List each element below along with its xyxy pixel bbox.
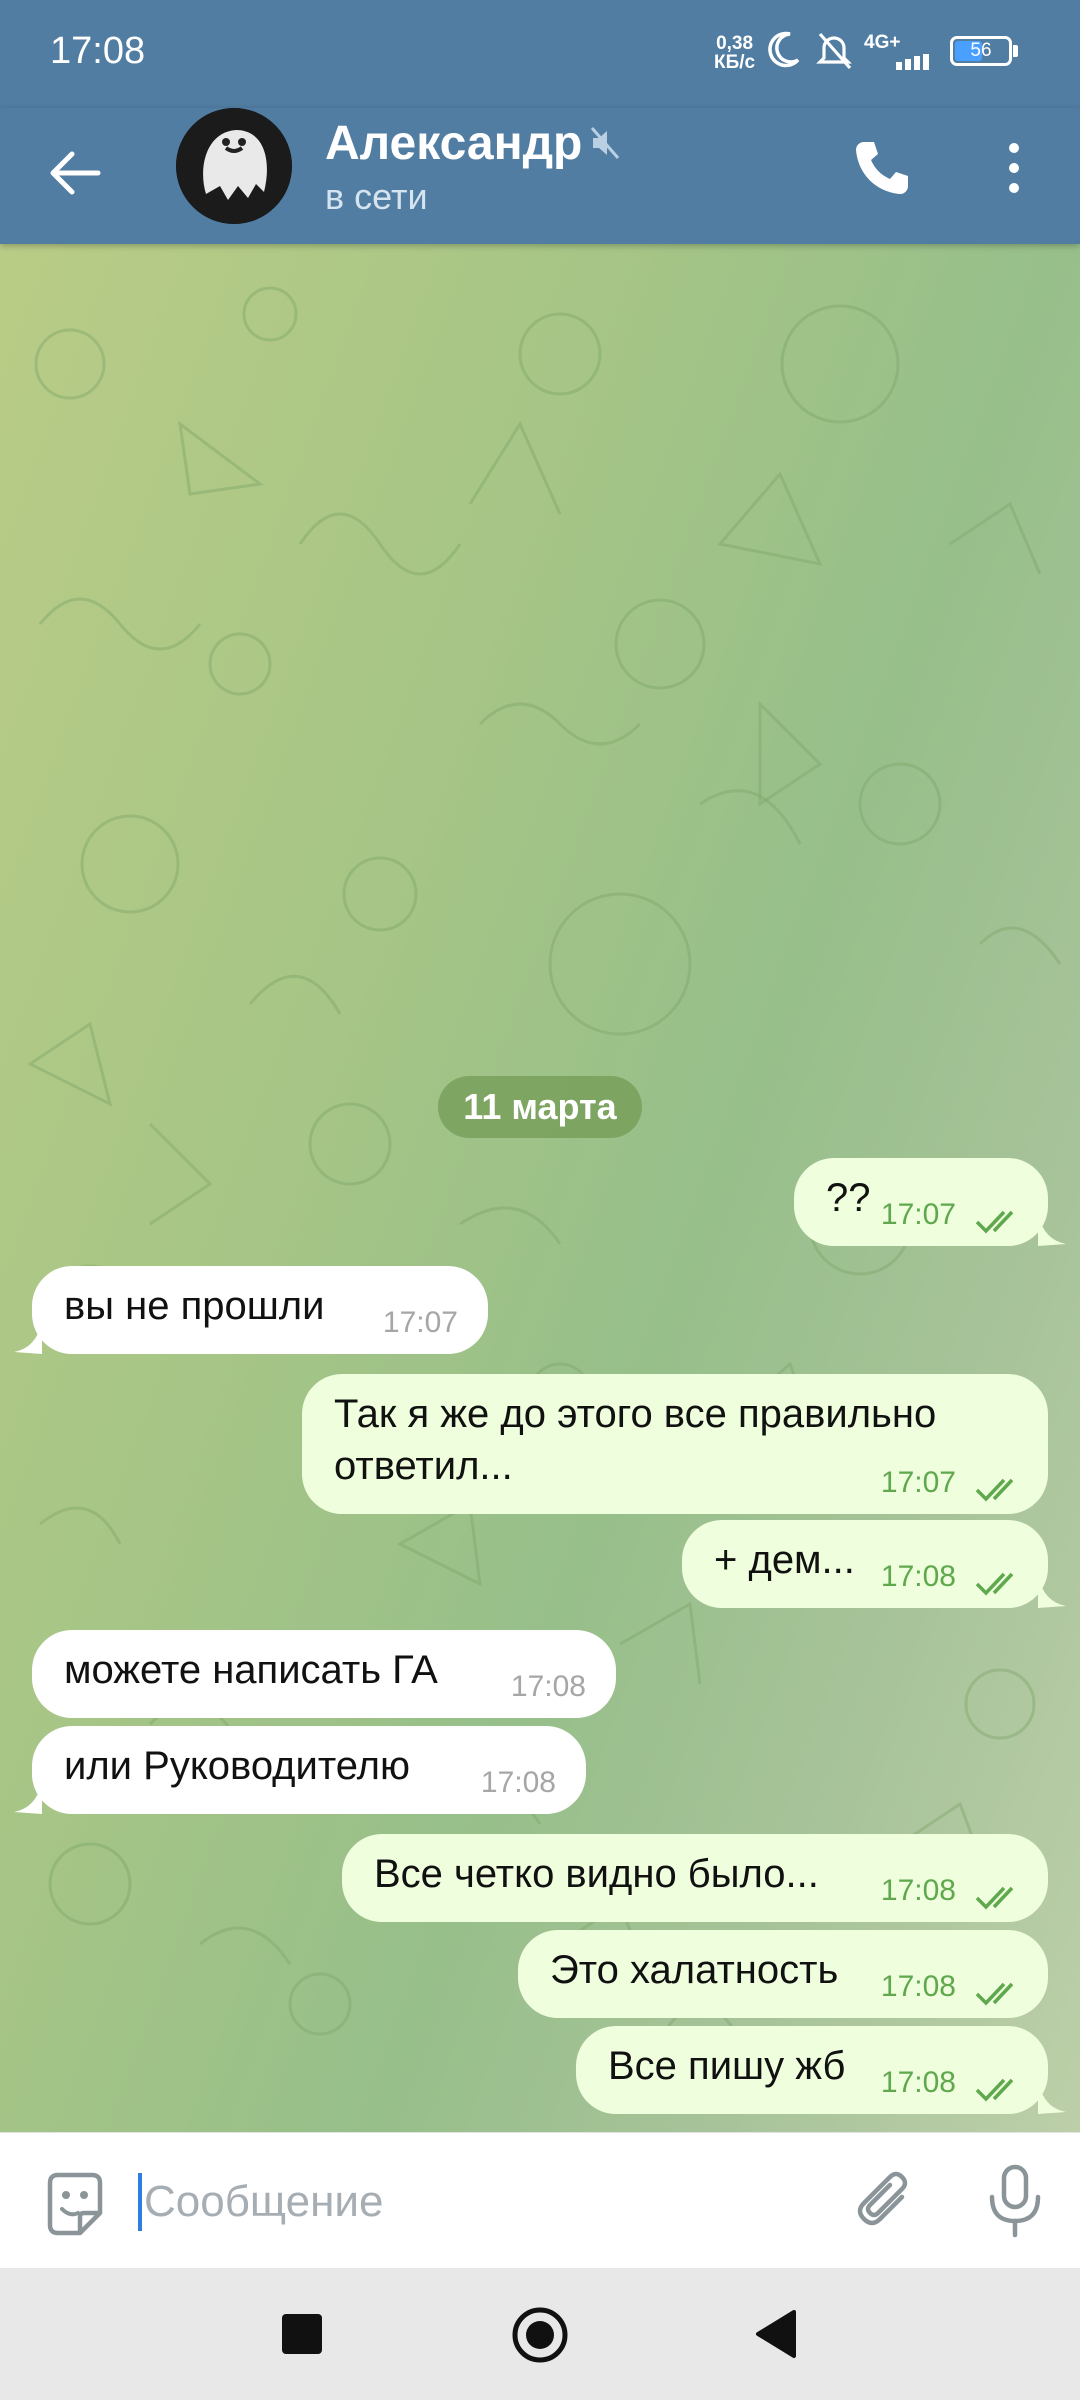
status-time: 17:08 [50, 30, 146, 72]
message-text: Это халатность [550, 1948, 839, 1992]
message-bubble-incoming[interactable]: вы не прошли 17:07 [32, 1266, 488, 1354]
contact-status: в сети [325, 176, 428, 217]
read-check-icon [975, 1982, 1014, 2006]
recents-square-icon[interactable] [282, 2314, 322, 2354]
phone-icon[interactable] [850, 136, 914, 200]
bubble-tail [1038, 1576, 1066, 1608]
message-bubble-outgoing[interactable]: Все пишу жб 17:08 [576, 2026, 1048, 2114]
emoji-icon[interactable] [40, 2169, 110, 2239]
network-speed: 0,38 КБ/с [714, 34, 755, 72]
message-time: 17:07 [382, 1306, 458, 1339]
message-time: 17:08 [880, 1874, 956, 1907]
message-bubble-outgoing[interactable]: Это халатность 17:08 [518, 1930, 1048, 2018]
bubble-tail [1038, 2082, 1066, 2114]
message-bubble-incoming[interactable]: можете написать ГА 17:08 [32, 1630, 616, 1718]
read-check-icon [975, 1210, 1014, 1234]
system-navigation-bar [0, 2268, 1080, 2400]
back-arrow-icon[interactable] [40, 138, 110, 208]
chat-header: Александр в сети [0, 108, 1080, 244]
message-text-line-1: Так я же до этого все правильно [334, 1392, 937, 1436]
message-bubble-outgoing[interactable]: Все четко видно было... 17:08 [342, 1834, 1048, 1922]
message-input-bar [0, 2132, 1080, 2269]
read-check-icon [975, 1572, 1014, 1596]
bubble-tail [14, 1782, 42, 1814]
battery-tip [1013, 45, 1018, 57]
read-check-icon [975, 2078, 1014, 2102]
message-text: Все четко видно было... [374, 1852, 819, 1896]
network-speed-value: 0,38 [716, 33, 754, 54]
message-time: 17:08 [880, 2066, 956, 2099]
read-check-icon [975, 1478, 1014, 1502]
message-text: + дем... [714, 1538, 855, 1582]
status-bar: 17:08 0,38 КБ/с 4G+ 56 [0, 0, 1080, 108]
paperclip-icon[interactable] [850, 2167, 920, 2237]
message-bubble-outgoing[interactable]: ?? 17:07 [794, 1158, 1048, 1246]
message-text: можете написать ГА [64, 1648, 438, 1692]
message-text: вы не прошли [64, 1284, 325, 1328]
message-time: 17:07 [880, 1466, 956, 1499]
home-circle-icon[interactable] [511, 2306, 569, 2364]
message-text: Все пишу жб [608, 2044, 846, 2088]
signal-icon [896, 54, 929, 70]
message-text: ?? [826, 1176, 871, 1220]
message-text-line-2: ответил... [334, 1444, 513, 1488]
ghost-avatar-icon [176, 108, 292, 224]
message-bubble-incoming[interactable]: или Руководителю 17:08 [32, 1726, 586, 1814]
mute-icon [590, 127, 620, 159]
battery-icon: 56 [950, 36, 1012, 66]
bubble-tail [14, 1322, 42, 1354]
bell-off-icon [816, 32, 852, 70]
back-triangle-icon[interactable] [752, 2308, 798, 2360]
network-speed-unit: КБ/с [714, 52, 756, 73]
message-bubble-outgoing[interactable]: Так я же до этого все правильно ответил.… [302, 1374, 1048, 1514]
network-type: 4G+ [864, 32, 901, 53]
more-vert-icon[interactable] [990, 136, 1038, 200]
message-time: 17:08 [880, 1970, 956, 2003]
contact-name[interactable]: Александр [325, 116, 582, 171]
bubble-tail [1038, 1214, 1066, 1246]
avatar[interactable] [176, 108, 292, 224]
chat-area[interactable]: 11 марта ?? 17:07 вы не прошли 17:07 Так… [0, 244, 1080, 2132]
read-check-icon [975, 1886, 1014, 1910]
message-time: 17:08 [880, 1560, 956, 1593]
message-time: 17:08 [510, 1670, 586, 1703]
microphone-icon[interactable] [980, 2163, 1050, 2239]
date-separator: 11 марта [438, 1076, 642, 1138]
moon-icon [768, 31, 800, 68]
message-time: 17:08 [480, 1766, 556, 1799]
message-text: или Руководителю [64, 1744, 410, 1788]
battery-level: 56 [970, 40, 992, 61]
message-bubble-outgoing[interactable]: + дем... 17:08 [682, 1520, 1048, 1608]
message-input[interactable] [142, 2167, 796, 2237]
message-time: 17:07 [880, 1198, 956, 1231]
